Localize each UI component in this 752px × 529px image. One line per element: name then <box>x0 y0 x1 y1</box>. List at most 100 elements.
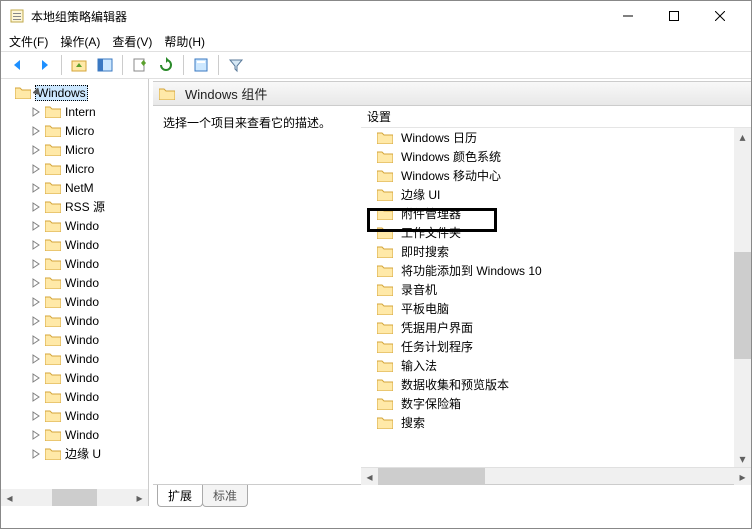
list-item[interactable]: Windows 日历 <box>361 128 751 147</box>
tree-item[interactable]: Windo <box>1 368 148 387</box>
list-item[interactable]: Windows 颜色系统 <box>361 147 751 166</box>
expand-icon[interactable] <box>31 220 41 230</box>
expand-icon[interactable] <box>31 163 41 173</box>
expand-icon[interactable] <box>31 315 41 325</box>
tree-item[interactable]: Micro <box>1 140 148 159</box>
export-button[interactable] <box>129 54 151 76</box>
expand-icon[interactable] <box>31 372 41 382</box>
scroll-down-arrow[interactable]: ▾ <box>734 450 751 467</box>
folder-icon <box>45 219 61 232</box>
expand-icon[interactable] <box>31 201 41 211</box>
tree-item[interactable]: Windo <box>1 330 148 349</box>
expand-icon[interactable] <box>31 258 41 268</box>
expand-icon[interactable] <box>31 410 41 420</box>
scroll-up-arrow[interactable]: ▴ <box>734 128 751 145</box>
scroll-track[interactable] <box>18 489 131 506</box>
scroll-right-arrow[interactable]: ▸ <box>131 489 148 506</box>
list-item[interactable]: 附件管理器 <box>361 204 751 223</box>
expand-icon[interactable] <box>31 106 41 116</box>
list-item[interactable]: 边缘 UI <box>361 185 751 204</box>
tree-root[interactable]: Windows <box>1 83 148 102</box>
properties-button[interactable] <box>190 54 212 76</box>
scroll-track[interactable] <box>734 145 751 450</box>
tree-item[interactable]: Windo <box>1 425 148 444</box>
maximize-button[interactable] <box>651 1 697 31</box>
tree-item[interactable]: Windo <box>1 349 148 368</box>
list-item[interactable]: 凭据用户界面 <box>361 318 751 337</box>
tree-horizontal-scrollbar[interactable]: ◂ ▸ <box>1 489 148 506</box>
list-item[interactable]: 输入法 <box>361 356 751 375</box>
list-item[interactable]: 录音机 <box>361 280 751 299</box>
forward-button[interactable] <box>33 54 55 76</box>
scroll-left-arrow[interactable]: ◂ <box>1 489 18 506</box>
up-button[interactable] <box>68 54 90 76</box>
tree-item[interactable]: Windo <box>1 387 148 406</box>
tree-item[interactable]: Windo <box>1 406 148 425</box>
tree-item-label: NetM <box>65 181 94 195</box>
list-item[interactable]: 平板电脑 <box>361 299 751 318</box>
tree-item[interactable]: 边缘 U <box>1 444 148 463</box>
expand-icon[interactable] <box>31 296 41 306</box>
expand-icon[interactable] <box>31 125 41 135</box>
tree-item[interactable]: NetM <box>1 178 148 197</box>
list-horizontal-scrollbar[interactable]: ◂ ▸ <box>361 467 751 484</box>
list-item[interactable]: 工作文件夹 <box>361 223 751 242</box>
folder-icon <box>45 105 61 118</box>
expand-icon[interactable] <box>31 353 41 363</box>
folder-icon <box>377 302 393 315</box>
column-header-settings[interactable]: 设置 <box>361 106 751 128</box>
list-item[interactable]: Windows 移动中心 <box>361 166 751 185</box>
scroll-right-arrow[interactable]: ▸ <box>734 468 751 485</box>
expand-icon[interactable] <box>31 448 41 458</box>
list-item-label: 录音机 <box>401 281 437 298</box>
close-button[interactable] <box>697 1 743 31</box>
expand-icon[interactable] <box>31 182 41 192</box>
expand-icon[interactable] <box>31 239 41 249</box>
folder-icon <box>377 169 393 182</box>
expand-icon[interactable] <box>31 429 41 439</box>
tab-standard[interactable]: 标准 <box>202 485 248 507</box>
tree-item[interactable]: Windo <box>1 311 148 330</box>
scroll-track[interactable] <box>378 468 734 484</box>
menu-file[interactable]: 文件(F) <box>9 33 48 50</box>
details-header-title: Windows 组件 <box>185 84 267 103</box>
refresh-button[interactable] <box>155 54 177 76</box>
tree-item[interactable]: Windo <box>1 216 148 235</box>
tree-item[interactable]: Windo <box>1 254 148 273</box>
menu-help[interactable]: 帮助(H) <box>164 33 205 50</box>
show-hide-button[interactable] <box>94 54 116 76</box>
expand-icon[interactable] <box>31 144 41 154</box>
tree-item-label: Windo <box>65 257 99 271</box>
filter-button[interactable] <box>225 54 247 76</box>
list-item[interactable]: 将功能添加到 Windows 10 <box>361 261 751 280</box>
back-button[interactable] <box>7 54 29 76</box>
tree-item[interactable]: Micro <box>1 121 148 140</box>
tree-item[interactable]: Windo <box>1 273 148 292</box>
tree-item[interactable]: RSS 源 <box>1 197 148 216</box>
scroll-left-arrow[interactable]: ◂ <box>361 468 378 485</box>
folder-icon <box>45 238 61 251</box>
menu-action[interactable]: 操作(A) <box>60 33 100 50</box>
expand-icon[interactable] <box>31 277 41 287</box>
list-item[interactable]: 数据收集和预览版本 <box>361 375 751 394</box>
folder-icon <box>45 409 61 422</box>
folder-icon <box>377 283 393 296</box>
list-item[interactable]: 即时搜索 <box>361 242 751 261</box>
list-vertical-scrollbar[interactable]: ▴ ▾ <box>734 128 751 467</box>
menu-view[interactable]: 查看(V) <box>112 33 152 50</box>
minimize-button[interactable] <box>605 1 651 31</box>
folder-icon <box>45 352 61 365</box>
tree-item[interactable]: Micro <box>1 159 148 178</box>
tree-item[interactable]: Windo <box>1 235 148 254</box>
collapse-icon[interactable] <box>33 87 43 97</box>
list-item[interactable]: 数字保险箱 <box>361 394 751 413</box>
expand-icon[interactable] <box>31 391 41 401</box>
tree-item[interactable]: Intern <box>1 102 148 121</box>
tree-item-label: Intern <box>65 105 96 119</box>
tree-item[interactable]: Windo <box>1 292 148 311</box>
tab-extended[interactable]: 扩展 <box>157 485 203 507</box>
expand-icon[interactable] <box>31 334 41 344</box>
tree-item-label: Windo <box>65 276 99 290</box>
list-item[interactable]: 搜索 <box>361 413 751 432</box>
list-item[interactable]: 任务计划程序 <box>361 337 751 356</box>
